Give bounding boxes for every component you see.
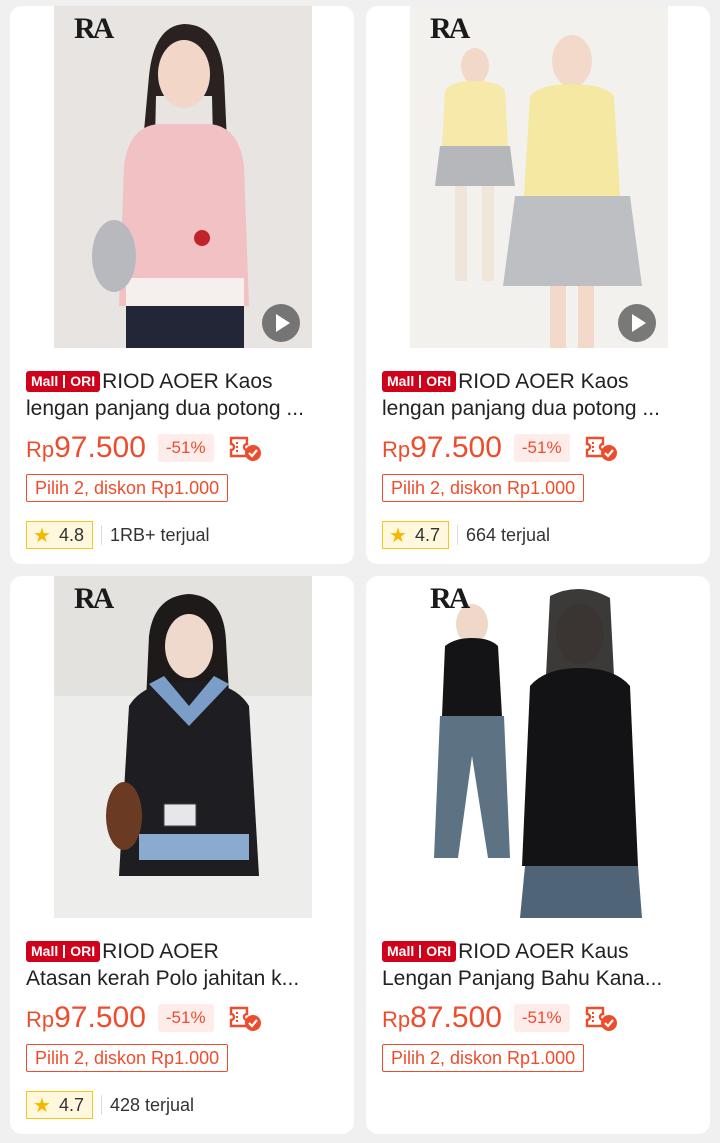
product-image[interactable]: RA: [410, 576, 668, 918]
product-grid: RA Mall ORI RIOD AOER Kaos lengan panjang …: [0, 0, 720, 1143]
mall-ori-badge: Mall ORI: [26, 941, 101, 962]
product-image[interactable]: RA: [54, 6, 312, 348]
product-title[interactable]: Mall ORI RIOD AOER Kaos lengan panjang dua…: [26, 368, 342, 422]
product-title[interactable]: Mall ORI RIOD AOER Kaos lengan panjang dua…: [382, 368, 698, 422]
product-image[interactable]: RA: [54, 576, 312, 918]
price: Rp97.500: [382, 431, 502, 464]
promo-tag: Pilih 2, diskon Rp1.000: [382, 474, 585, 502]
mall-ori-badge: Mall ORI: [382, 941, 457, 962]
price-row: Rp97.500 -51%: [26, 430, 262, 466]
price: Rp87.500: [382, 1001, 502, 1034]
mall-ori-badge: Mall ORI: [382, 371, 457, 392]
product-image[interactable]: RA: [410, 6, 668, 348]
discount-badge: -51%: [157, 434, 214, 462]
rating-badge: ★ 4.8: [26, 521, 93, 549]
star-icon: ★: [389, 524, 407, 547]
discount-badge: -51%: [513, 434, 570, 462]
divider: [100, 525, 102, 545]
promo-tag: Pilih 2, diskon Rp1.000: [26, 474, 229, 502]
rating-badge: ★ 4.7: [26, 1091, 93, 1119]
play-icon[interactable]: [618, 304, 656, 342]
brand-logo: RA: [430, 582, 470, 615]
voucher-check-icon: [228, 1005, 262, 1031]
product-title[interactable]: Mall ORI RIOD AOER Atasan kerah Polo jahit…: [26, 938, 342, 992]
product-title[interactable]: Mall ORI RIOD AOER Kaus Lengan Panjang Bah…: [382, 938, 698, 992]
sold-count: 428 terjual: [109, 1094, 195, 1115]
star-icon: ★: [33, 524, 51, 547]
promo-tag: Pilih 2, diskon Rp1.000: [26, 1044, 229, 1072]
rating-row: ★ 4.7 664 terjual: [382, 520, 550, 550]
rating-row: ★ 4.7 428 terjual: [26, 1090, 194, 1120]
price-row: Rp87.500 -51%: [382, 1000, 618, 1036]
mall-ori-badge: Mall ORI: [26, 371, 101, 392]
price: Rp97.500: [26, 431, 146, 464]
divider: [456, 525, 458, 545]
discount-badge: -51%: [157, 1004, 214, 1032]
sold-count: 664 terjual: [465, 524, 551, 545]
price-row: Rp97.500 -51%: [382, 430, 618, 466]
product-card[interactable]: RA Mall ORI RIOD AOER Kaos lengan panjang …: [10, 6, 354, 564]
play-icon[interactable]: [262, 304, 300, 342]
voucher-check-icon: [228, 435, 262, 461]
brand-logo: RA: [74, 582, 114, 615]
voucher-check-icon: [584, 435, 618, 461]
product-card[interactable]: RA Mall ORI RIOD AOER Atasan kerah Polo ja…: [10, 576, 354, 1134]
rating-row: ★ 4.8 1RB+ terjual: [26, 520, 210, 550]
price: Rp97.500: [26, 1001, 146, 1034]
product-card[interactable]: RA Mall ORI RIOD AOER Kaus Lengan Panjang …: [366, 576, 710, 1134]
promo-tag: Pilih 2, diskon Rp1.000: [382, 1044, 585, 1072]
discount-badge: -51%: [513, 1004, 570, 1032]
divider: [100, 1095, 102, 1115]
price-row: Rp97.500 -51%: [26, 1000, 262, 1036]
brand-logo: RA: [74, 12, 114, 45]
brand-logo: RA: [430, 12, 470, 45]
star-icon: ★: [33, 1094, 51, 1117]
product-card[interactable]: RA Mall ORI RIOD AOER Kaos lengan panjang …: [366, 6, 710, 564]
voucher-check-icon: [584, 1005, 618, 1031]
rating-badge: ★ 4.7: [382, 521, 449, 549]
sold-count: 1RB+ terjual: [109, 524, 210, 545]
